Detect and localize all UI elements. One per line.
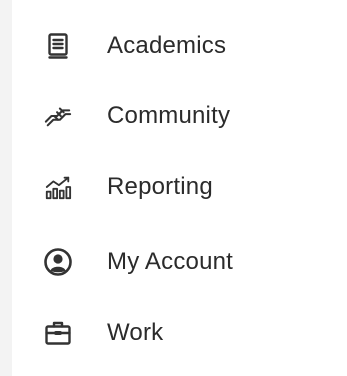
menu-item-community[interactable]: Community <box>12 88 347 144</box>
handshake-icon <box>44 102 72 130</box>
menu-item-my-account[interactable]: My Account <box>12 234 347 290</box>
menu-item-label: Reporting <box>107 173 213 200</box>
book-icon <box>44 32 72 60</box>
menu-item-label: My Account <box>107 248 234 275</box>
menu-item-label: Community <box>107 102 231 129</box>
menu-item-work[interactable]: Work <box>12 305 347 361</box>
menu-item-academics[interactable]: Academics <box>12 18 347 74</box>
navigation-menu: Academics Community Reporting My Account… <box>12 0 347 376</box>
menu-item-label: Academics <box>107 32 227 59</box>
menu-item-label: Work <box>107 319 164 346</box>
menu-item-reporting[interactable]: Reporting <box>12 159 347 215</box>
briefcase-icon <box>44 319 72 347</box>
chart-icon <box>44 173 72 201</box>
user-circle-icon <box>44 248 72 276</box>
